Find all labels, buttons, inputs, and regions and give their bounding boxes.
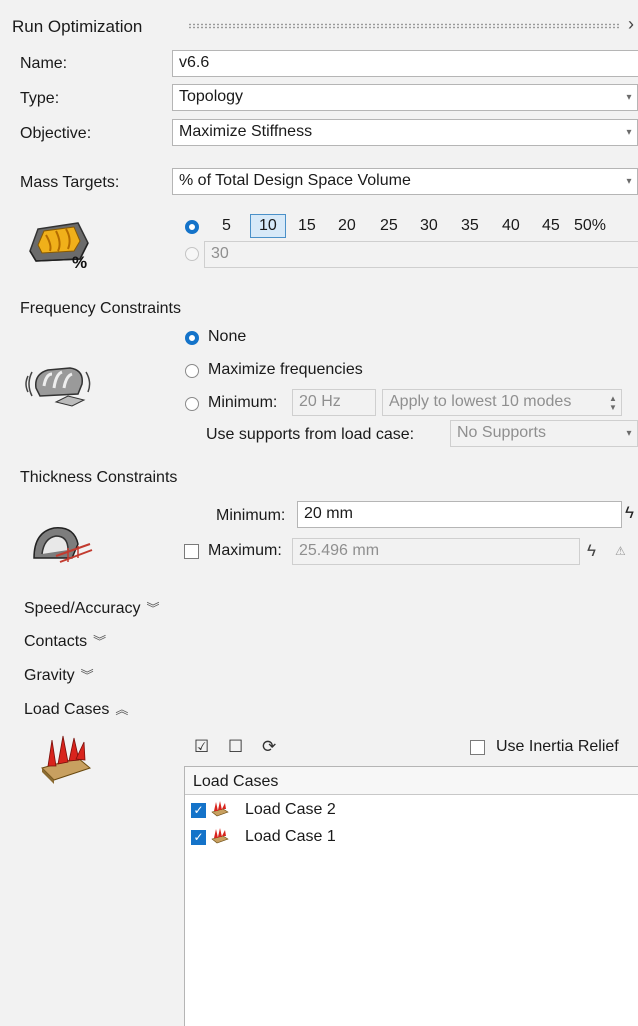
speed-accuracy-toggle[interactable]: Speed/Accuracy ︾	[24, 598, 160, 618]
type-value: Topology	[179, 88, 244, 105]
frequency-none-label[interactable]: None	[208, 328, 246, 346]
thickness-minimum-label: Minimum:	[216, 507, 286, 524]
load-cases-toggle[interactable]: Load Cases ︽	[24, 699, 128, 719]
chevron-double-up-icon: ︽	[115, 702, 129, 717]
frequency-none-radio[interactable]	[185, 331, 199, 345]
mass-targets-label: Mass Targets:	[20, 174, 120, 191]
mass-targets-value: % of Total Design Space Volume	[179, 172, 411, 189]
supports-value: No Supports	[457, 424, 546, 441]
supports-dropdown[interactable]: No Supports ▾	[450, 420, 638, 447]
thickness-constraints-title: Thickness Constraints	[20, 469, 178, 486]
contacts-label: Contacts	[24, 633, 88, 650]
thickness-minimum-value: 20 mm	[304, 505, 353, 522]
frequency-modes-spinner[interactable]: Apply to lowest 10 modes ▲ ▼	[382, 389, 622, 416]
chevron-down-icon: ▾	[626, 428, 632, 439]
load-case-column-header: Load Cases	[193, 773, 279, 790]
percent-preset-radio[interactable]	[185, 220, 199, 234]
frequency-icon	[22, 352, 94, 412]
frequency-modes-value: Apply to lowest 10 modes	[389, 393, 572, 410]
frequency-minimum-value: 20 Hz	[299, 393, 341, 410]
chevron-double-down-icon: ︾	[146, 601, 160, 616]
thickness-maximum-label[interactable]: Maximum:	[208, 542, 282, 560]
load-case-2-checkbox[interactable]: ✓	[191, 803, 206, 818]
chevron-down-icon: ▾	[626, 92, 632, 103]
speed-accuracy-label: Speed/Accuracy	[24, 600, 141, 617]
load-case-list-header[interactable]: Load Cases	[185, 767, 638, 795]
warning-icon: ⚠	[615, 544, 626, 558]
percent-custom-value: 30	[211, 245, 229, 262]
frequency-minimum-label[interactable]: Minimum:	[208, 394, 277, 412]
table-row[interactable]: ✓ Load Case 1	[185, 822, 638, 849]
chevron-double-down-icon: ︾	[93, 634, 107, 649]
contacts-toggle[interactable]: Contacts ︾	[24, 631, 106, 651]
lightning-icon[interactable]: ϟ	[587, 541, 596, 561]
type-dropdown[interactable]: Topology ▾	[172, 84, 638, 111]
load-case-list: Load Cases ✓ Load Case 2 ✓ Load Case 1	[184, 766, 638, 1026]
panel-title: Run Optimization	[12, 17, 143, 36]
frequency-maximize-radio[interactable]	[185, 364, 199, 378]
frequency-minimum-radio[interactable]	[185, 397, 199, 411]
objective-label: Objective:	[20, 125, 92, 142]
chevron-down-icon: ▾	[626, 127, 632, 138]
thickness-icon	[28, 518, 98, 568]
load-cases-label: Load Cases	[24, 701, 110, 718]
percent-custom-input[interactable]: 30	[204, 241, 638, 268]
percent-option-20[interactable]: 20	[338, 217, 356, 235]
percent-option-35[interactable]: 35	[461, 217, 479, 235]
load-case-item-icon	[211, 800, 229, 823]
percent-option-15[interactable]: 15	[298, 217, 316, 235]
load-case-1-label: Load Case 1	[245, 828, 336, 845]
chevron-down-icon: ▾	[626, 176, 632, 187]
percent-option-40[interactable]: 40	[502, 217, 520, 235]
thickness-maximum-checkbox[interactable]	[184, 544, 199, 559]
load-case-2-label: Load Case 2	[245, 801, 336, 818]
thickness-maximum-input[interactable]: 25.496 mm	[292, 538, 580, 565]
inertia-relief-label[interactable]: Use Inertia Relief	[496, 738, 619, 756]
refresh-icon[interactable]: ⟳	[262, 737, 276, 757]
percent-option-30[interactable]: 30	[420, 217, 438, 235]
inertia-relief-checkbox[interactable]	[470, 740, 485, 755]
percent-option-10[interactable]: 10	[250, 214, 286, 238]
objective-dropdown[interactable]: Maximize Stiffness ▾	[172, 119, 638, 146]
frequency-constraints-title: Frequency Constraints	[20, 300, 181, 317]
lightning-icon[interactable]: ϟ	[625, 503, 634, 523]
thickness-maximum-value: 25.496 mm	[299, 542, 380, 559]
chevron-double-down-icon: ︾	[80, 668, 94, 683]
percent-option-25[interactable]: 25	[380, 217, 398, 235]
supports-label: Use supports from load case:	[206, 426, 415, 443]
name-label: Name:	[20, 55, 68, 72]
title-drag-handle[interactable]	[188, 23, 620, 29]
percent-option-5[interactable]: 5	[222, 217, 231, 235]
thickness-minimum-input[interactable]: 20 mm	[297, 501, 622, 528]
percent-option-45[interactable]: 45	[542, 217, 560, 235]
uncheck-all-icon[interactable]: ☐	[228, 737, 243, 757]
load-case-icon	[38, 732, 94, 786]
spinner-arrows-icon[interactable]: ▲ ▼	[605, 390, 621, 415]
mass-icon-percent: %	[72, 253, 88, 272]
expand-panel-button[interactable]: ›	[628, 14, 634, 35]
frequency-minimum-input[interactable]: 20 Hz	[292, 389, 376, 416]
name-input[interactable]: v6.6	[172, 50, 638, 77]
load-case-1-checkbox[interactable]: ✓	[191, 830, 206, 845]
gravity-label: Gravity	[24, 667, 75, 684]
objective-value: Maximize Stiffness	[179, 123, 313, 140]
gravity-toggle[interactable]: Gravity ︾	[24, 665, 94, 685]
name-value: v6.6	[179, 54, 210, 71]
table-row[interactable]: ✓ Load Case 2	[185, 795, 638, 822]
percent-custom-radio[interactable]	[185, 247, 199, 261]
mass-targets-dropdown[interactable]: % of Total Design Space Volume ▾	[172, 168, 638, 195]
percent-option-50[interactable]: 50%	[574, 217, 606, 235]
type-label: Type:	[20, 90, 60, 107]
mass-target-icon: %	[22, 215, 94, 273]
frequency-maximize-label[interactable]: Maximize frequencies	[208, 361, 363, 379]
load-case-item-icon	[211, 827, 229, 850]
check-all-icon[interactable]: ☑	[194, 737, 209, 757]
